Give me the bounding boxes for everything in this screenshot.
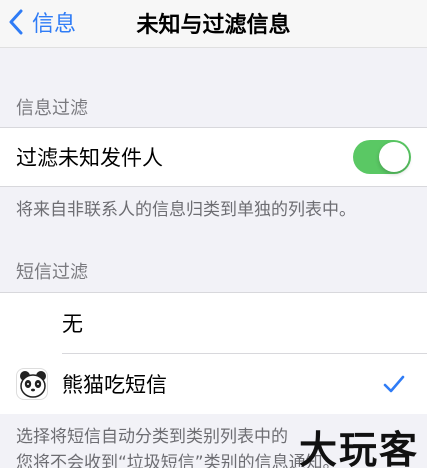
panda-app-icon [16, 368, 48, 400]
toggle-knob [379, 142, 409, 172]
sms-option-none[interactable]: 无 [0, 293, 427, 353]
section-footer-message-filter: 将来自非联系人的信息归类到单独的列表中。 [16, 200, 356, 220]
watermark-logo: 大玩客 [298, 427, 419, 468]
page-title: 未知与过滤信息 [136, 13, 291, 38]
filter-unknown-senders-label: 过滤未知发件人 [16, 146, 163, 170]
section-header-sms-filter-label: 短信过滤 [16, 262, 88, 283]
filter-unknown-senders-toggle[interactable] [353, 140, 411, 174]
sms-option-label: 熊猫吃短信 [62, 373, 167, 397]
section-header-message-filter: 信息过滤 [16, 98, 88, 119]
navigation-bar: 信息 未知与过滤信息 [0, 0, 427, 48]
sms-option-panda[interactable]: 熊猫吃短信 [0, 354, 427, 414]
sms-option-label: 无 [62, 312, 83, 336]
checkmark-icon [383, 375, 405, 393]
filter-unknown-senders-row: 过滤未知发件人 [0, 127, 427, 187]
sms-filter-options: 无 熊猫吃短信 [0, 292, 427, 414]
